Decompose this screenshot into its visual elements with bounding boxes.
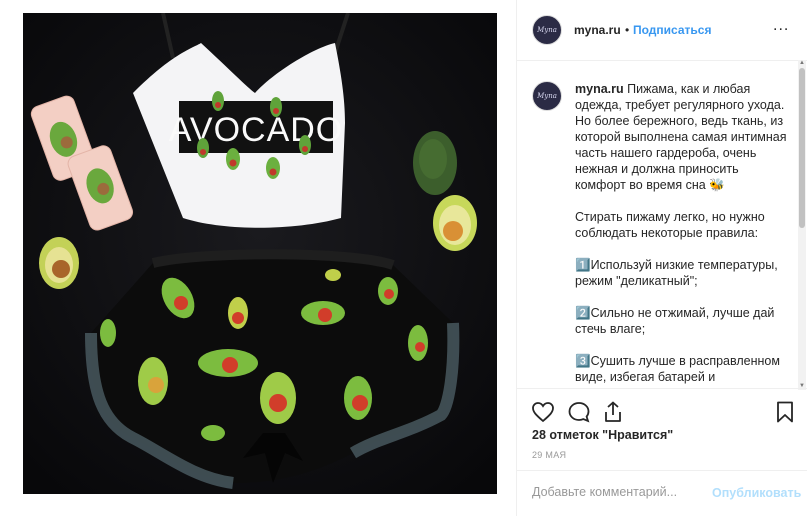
post-photo[interactable]: AVOCADO xyxy=(23,13,497,494)
more-options-button[interactable]: ... xyxy=(773,17,789,35)
post-caption: myna.ru Пижама, как и любая одежда, треб… xyxy=(575,81,790,386)
comment-input[interactable] xyxy=(532,485,702,499)
follow-button[interactable]: Подписаться xyxy=(633,23,711,37)
avatar-logo-text: Myna xyxy=(537,92,557,100)
post-date[interactable]: 29 МАЯ xyxy=(532,450,566,460)
post-header: Myna myna.ru • Подписаться ... xyxy=(517,0,807,61)
action-bar xyxy=(517,388,807,429)
comments-scrollbar[interactable]: ▲ ▼ xyxy=(798,60,806,390)
scroll-up-arrow-icon[interactable]: ▲ xyxy=(798,60,806,67)
svg-text:AVOCADO: AVOCADO xyxy=(169,111,344,149)
publish-button[interactable]: Опубликовать xyxy=(712,486,801,500)
comment-icon[interactable] xyxy=(567,400,591,424)
avatar-logo-text: Myna xyxy=(537,26,557,34)
avatar[interactable]: Myna xyxy=(532,81,562,111)
separator-dot: • xyxy=(625,23,630,37)
share-icon[interactable] xyxy=(601,400,625,424)
comments-area[interactable]: Myna myna.ru Пижама, как и любая одежда,… xyxy=(517,61,807,386)
post-sidebar: Myna myna.ru • Подписаться ... Myna myna… xyxy=(516,0,807,516)
comment-form: Опубликовать xyxy=(517,470,807,517)
heart-icon[interactable] xyxy=(531,400,555,424)
avatar[interactable]: Myna xyxy=(532,15,562,45)
bookmark-icon[interactable] xyxy=(773,400,797,424)
caption-text: Пижама, как и любая одежда, требует регу… xyxy=(575,82,787,384)
pajama-photo-illustration: AVOCADO xyxy=(23,13,497,494)
likes-count[interactable]: 28 отметок "Нравится" xyxy=(532,428,673,442)
scroll-thumb[interactable] xyxy=(799,68,805,228)
caption-username[interactable]: myna.ru xyxy=(575,82,624,96)
username-link[interactable]: myna.ru xyxy=(574,23,621,37)
